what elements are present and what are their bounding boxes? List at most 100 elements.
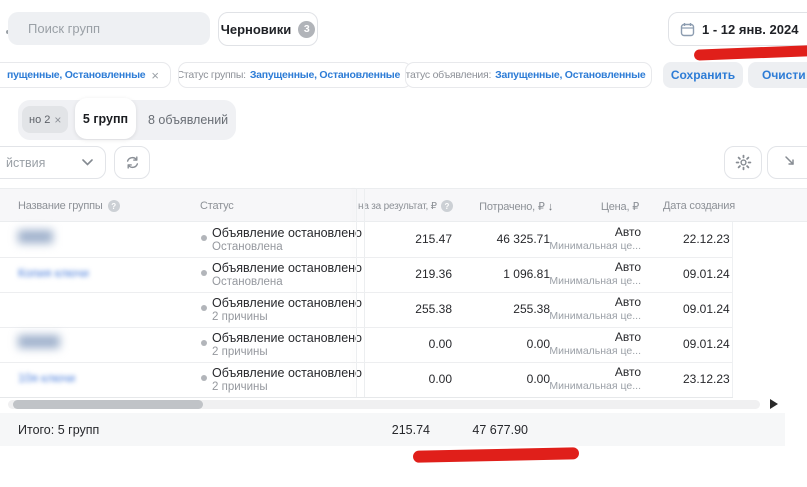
status-text: Объявление остановлено: [212, 331, 362, 345]
date-range-label: 1 - 12 янв. 2024: [702, 22, 798, 37]
settings-button[interactable]: [724, 146, 762, 179]
spent-value: 255.38: [513, 302, 550, 316]
header-label: Название группы: [18, 200, 103, 212]
cost-per-result-value: 219.36: [415, 267, 452, 281]
price-strategy: Минимальная це...: [549, 240, 641, 252]
cost-per-result-value: 215.47: [415, 232, 452, 246]
refresh-button[interactable]: [114, 146, 150, 179]
export-button[interactable]: [767, 146, 807, 179]
status-dot-icon: [201, 305, 207, 311]
search-placeholder: Поиск групп: [28, 21, 100, 36]
filter-chip-campaign-status[interactable]: пущенные, Остановленные ×: [0, 62, 171, 88]
column-header-spent[interactable]: Потрачено, ₽ ↓: [479, 200, 553, 213]
totals-label: Итого: 5 групп: [18, 423, 99, 437]
chip-value: Запущенные, Остановленные: [250, 69, 400, 81]
chip-prefix: Статус группы:: [178, 69, 246, 81]
drafts-button[interactable]: Черновики 3: [218, 12, 318, 46]
price-strategy: Минимальная це...: [549, 275, 641, 287]
price-mode: Авто: [615, 295, 641, 309]
status-dot-icon: [201, 375, 207, 381]
status-reason: 2 причины: [212, 381, 268, 393]
column-header-price[interactable]: Цена, ₽: [601, 200, 639, 213]
tab-groups[interactable]: 5 групп: [75, 98, 136, 139]
cost-per-result-value: 0.00: [429, 372, 452, 386]
date-range-button[interactable]: 1 - 12 янв. 2024: [668, 12, 807, 46]
table-body: █████ Объявление остановлено Остановлена…: [0, 222, 807, 397]
status-reason: 2 причины: [212, 311, 268, 323]
table-row: █████ Объявление остановлено Остановлена…: [0, 222, 807, 257]
table-header: Название группы ? Статус на за результат…: [0, 188, 807, 222]
status-dot-icon: [201, 270, 207, 276]
selected-count-chip[interactable]: но 2 ×: [22, 106, 68, 133]
red-marker-annotation-totals: [413, 447, 579, 462]
price-mode: Авто: [615, 365, 641, 379]
sort-desc-icon: ↓: [548, 201, 553, 213]
search-input[interactable]: Поиск групп: [8, 12, 210, 45]
column-header-status[interactable]: Статус: [200, 200, 234, 212]
status-text: Объявление остановлено: [212, 226, 362, 240]
cost-per-result-value: 0.00: [429, 337, 452, 351]
totals-spent: 47 677.90: [472, 423, 528, 437]
status-reason: Остановлена: [212, 241, 283, 253]
refresh-icon: [125, 155, 140, 170]
column-divider: [364, 188, 365, 397]
ads-manager-screen: Поиск групп Черновики 3 1 - 12 янв. 2024…: [0, 0, 807, 487]
clear-filters-button[interactable]: Очисти: [748, 62, 807, 88]
created-date: 22.12.23: [683, 232, 730, 246]
spent-value: 1 096.81: [503, 267, 550, 281]
gear-icon: [735, 154, 752, 171]
status-text: Объявление остановлено: [212, 366, 362, 380]
price-strategy: Минимальная це...: [549, 380, 641, 392]
help-icon[interactable]: ?: [108, 200, 120, 212]
group-name-link[interactable]: Копия ключи: [18, 266, 89, 280]
actions-label: йствия: [6, 156, 45, 170]
spent-value: 0.00: [527, 337, 550, 351]
created-date: 09.01.24: [683, 302, 730, 316]
header-label: на за результат, ₽: [358, 201, 437, 212]
export-icon: [778, 155, 804, 170]
status-reason: 2 причины: [212, 346, 268, 358]
status-text: Объявление остановлено: [212, 296, 362, 310]
tab-ads[interactable]: 8 объявлений: [148, 113, 228, 127]
close-icon[interactable]: ×: [651, 68, 652, 83]
horizontal-scrollbar-thumb[interactable]: [13, 400, 203, 409]
created-date: 09.01.24: [683, 267, 730, 281]
group-name-link[interactable]: █████: [18, 231, 52, 243]
actions-dropdown[interactable]: йствия: [0, 146, 106, 179]
filter-chip-group-status[interactable]: Статус группы: Запущенные, Остановленные…: [178, 62, 412, 88]
column-header-created[interactable]: Дата создания: [663, 200, 735, 212]
group-name-link[interactable]: ██████: [18, 336, 59, 348]
frozen-pane-divider: [356, 188, 357, 397]
table-row: 10я ключи Объявление остановлено 2 причи…: [0, 362, 807, 397]
price-mode: Авто: [615, 330, 641, 344]
close-icon[interactable]: ×: [151, 68, 158, 83]
price-mode: Авто: [615, 225, 641, 239]
table-row: Копия ключи Объявление остановлено Остан…: [0, 257, 807, 292]
created-date: 23.12.23: [683, 372, 730, 386]
status-dot-icon: [201, 235, 207, 241]
scroll-right-arrow-icon[interactable]: [770, 399, 778, 409]
column-header-name[interactable]: Название группы ?: [18, 200, 120, 212]
totals-row: Итого: 5 групп 215.74 47 677.90: [0, 413, 785, 446]
red-marker-annotation-date: [694, 44, 807, 60]
save-filters-button[interactable]: Сохранить: [663, 62, 743, 88]
price-strategy: Минимальная це...: [549, 310, 641, 322]
status-text: Объявление остановлено: [212, 261, 362, 275]
price-strategy: Минимальная це...: [549, 345, 641, 357]
selected-count-label: но 2: [29, 114, 50, 126]
group-name-link[interactable]: 10я ключи: [18, 371, 75, 385]
close-icon[interactable]: ×: [54, 113, 61, 127]
drafts-label: Черновики: [221, 22, 292, 37]
spent-value: 46 325.71: [497, 232, 550, 246]
cost-per-result-value: 255.38: [415, 302, 452, 316]
calendar-icon: [680, 22, 695, 37]
help-icon[interactable]: ?: [441, 200, 453, 212]
filter-chip-ad-status[interactable]: Статус объявления: Запущенные, Остановле…: [405, 62, 652, 88]
table-right-divider: [732, 222, 733, 397]
status-dot-icon: [201, 340, 207, 346]
header-label: Потрачено, ₽: [479, 200, 545, 213]
created-date: 09.01.24: [683, 337, 730, 351]
totals-cost-per-result: 215.74: [392, 423, 430, 437]
column-header-cost-per-result[interactable]: на за результат, ₽ ?: [358, 200, 453, 212]
drafts-count-badge: 3: [298, 21, 315, 38]
